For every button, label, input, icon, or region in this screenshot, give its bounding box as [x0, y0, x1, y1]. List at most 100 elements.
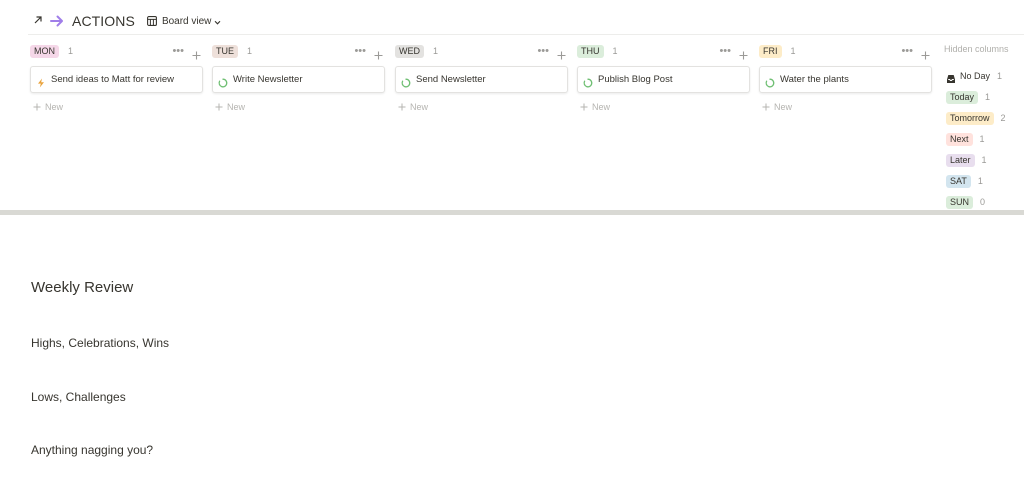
column-tag[interactable]: MON — [30, 44, 59, 58]
header-divider — [28, 34, 1024, 35]
column-header: TUE 1 ••• — [212, 43, 385, 59]
section-heading-highs[interactable]: Highs, Celebrations, Wins — [31, 336, 169, 350]
column-count: 1 — [612, 46, 618, 56]
board-card[interactable]: Send Newsletter — [395, 66, 568, 93]
add-card-icon[interactable] — [192, 47, 201, 59]
in-progress-icon — [765, 75, 775, 87]
column-tag[interactable]: THU — [577, 44, 604, 58]
board-column-tue: TUE 1 ••• Write Newsletter New — [212, 43, 385, 112]
new-card-label: New — [592, 102, 611, 112]
plus-icon — [580, 103, 588, 111]
new-card-button[interactable]: New — [580, 102, 610, 112]
card-title: Publish Blog Post — [598, 74, 673, 85]
plus-icon — [398, 103, 406, 111]
lightning-icon — [36, 75, 46, 87]
hidden-column-count: 1 — [985, 92, 991, 102]
chevron-down-icon — [214, 18, 221, 25]
in-progress-icon — [583, 75, 593, 87]
hidden-columns-panel: Hidden columns No Day 1 Today 1 Tomorrow 2 Nex… — [944, 44, 1024, 209]
hidden-column-tag: Later — [946, 153, 975, 167]
weekly-review-heading[interactable]: Weekly Review — [31, 279, 133, 296]
new-card-button[interactable]: New — [398, 102, 428, 112]
hidden-column-count: 1 — [979, 134, 985, 144]
hidden-column-tag: Today — [946, 90, 979, 104]
more-options-icon[interactable]: ••• — [537, 46, 549, 57]
card-title: Water the plants — [780, 74, 849, 85]
column-actions: ••• — [354, 43, 383, 59]
column-actions: ••• — [901, 43, 930, 59]
board-column-wed: WED 1 ••• Send Newsletter New — [395, 43, 568, 112]
column-header: MON 1 ••• — [30, 43, 203, 59]
column-header: WED 1 ••• — [395, 43, 568, 59]
plus-icon — [215, 103, 223, 111]
new-card-label: New — [227, 102, 246, 112]
section-separator — [0, 210, 1024, 215]
new-card-button[interactable]: New — [33, 102, 63, 112]
hidden-column-next[interactable]: Next 1 — [946, 132, 985, 146]
column-header: FRI 1 ••• — [759, 43, 932, 59]
link-arrow-icon[interactable] — [33, 14, 45, 28]
hidden-column-tag: SUN — [946, 195, 974, 209]
column-header: THU 1 ••• — [577, 43, 750, 59]
add-card-icon[interactable] — [557, 47, 566, 59]
hidden-column-count: 2 — [1000, 113, 1006, 123]
hidden-column-label: No Day — [960, 71, 991, 81]
hidden-column-count: 1 — [997, 71, 1003, 81]
more-options-icon[interactable]: ••• — [354, 46, 366, 57]
inbox-icon — [946, 71, 956, 83]
column-count: 1 — [68, 46, 74, 56]
hidden-columns-title: Hidden columns — [944, 44, 1009, 54]
board-card[interactable]: Publish Blog Post — [577, 66, 750, 93]
right-arrow-icon — [49, 13, 65, 29]
hidden-column-tag: Tomorrow — [946, 111, 994, 125]
board-view-dropdown[interactable]: Board view — [145, 13, 223, 29]
new-card-label: New — [410, 102, 429, 112]
hidden-column-tomorrow[interactable]: Tomorrow 2 — [946, 111, 1006, 125]
in-progress-icon — [401, 75, 411, 87]
new-card-label: New — [774, 102, 793, 112]
new-card-button[interactable]: New — [215, 102, 245, 112]
more-options-icon[interactable]: ••• — [901, 46, 913, 57]
column-actions: ••• — [172, 43, 201, 59]
hidden-column-tag: SAT — [946, 174, 971, 188]
database-title[interactable]: ACTIONS — [72, 13, 135, 29]
card-title: Send ideas to Matt for review — [51, 74, 175, 85]
add-card-icon[interactable] — [374, 47, 383, 59]
column-count: 1 — [433, 46, 439, 56]
board-column-fri: FRI 1 ••• Water the plants New — [759, 43, 932, 112]
column-tag[interactable]: TUE — [212, 44, 238, 58]
section-heading-lows[interactable]: Lows, Challenges — [31, 390, 126, 404]
new-card-button[interactable]: New — [762, 102, 792, 112]
in-progress-icon — [218, 75, 228, 87]
hidden-column-today[interactable]: Today 1 — [946, 90, 990, 104]
hidden-column-later[interactable]: Later 1 — [946, 153, 987, 167]
card-title: Write Newsletter — [233, 74, 303, 85]
hidden-column-no-day[interactable]: No Day 1 — [946, 69, 1002, 83]
new-card-label: New — [45, 102, 64, 112]
plus-icon — [762, 103, 770, 111]
board-column-mon: MON 1 ••• Send ideas to Matt for review New — [30, 43, 203, 112]
board-card[interactable]: Send ideas to Matt for review — [30, 66, 203, 93]
card-title: Send Newsletter — [416, 74, 486, 85]
column-actions: ••• — [719, 43, 748, 59]
board-column-thu: THU 1 ••• Publish Blog Post New — [577, 43, 750, 112]
section-heading-nagging[interactable]: Anything nagging you? — [31, 443, 153, 457]
column-count: 1 — [247, 46, 253, 56]
board-card[interactable]: Water the plants — [759, 66, 932, 93]
column-tag[interactable]: FRI — [759, 44, 782, 58]
board-card[interactable]: Write Newsletter — [212, 66, 385, 93]
hidden-column-sat[interactable]: SAT 1 — [946, 174, 983, 188]
more-options-icon[interactable]: ••• — [172, 46, 184, 57]
board-view-label: Board view — [161, 15, 212, 27]
more-options-icon[interactable]: ••• — [719, 46, 731, 57]
hidden-column-count: 1 — [977, 176, 983, 186]
hidden-column-sun[interactable]: SUN 0 — [946, 195, 985, 209]
hidden-column-count: 1 — [981, 155, 987, 165]
hidden-column-count: 0 — [980, 197, 986, 207]
column-tag[interactable]: WED — [395, 44, 424, 58]
add-card-icon[interactable] — [921, 47, 930, 59]
board-view-icon — [146, 16, 157, 26]
column-actions: ••• — [537, 43, 566, 59]
hidden-column-tag: Next — [946, 132, 973, 146]
add-card-icon[interactable] — [739, 47, 748, 59]
